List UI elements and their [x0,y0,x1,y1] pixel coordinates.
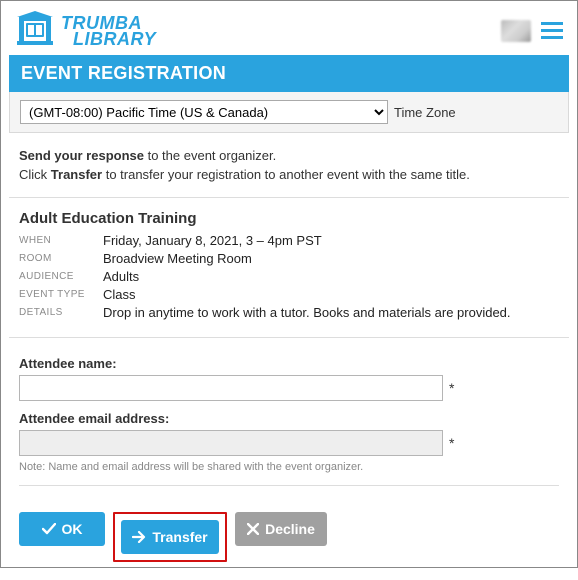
timezone-select[interactable]: (GMT-08:00) Pacific Time (US & Canada) [20,100,388,124]
decline-button[interactable]: Decline [235,512,327,546]
attendee-name-input[interactable] [19,375,443,401]
arrow-right-icon [132,531,146,543]
ok-button[interactable]: OK [19,512,105,546]
required-mark: * [449,435,454,451]
instructions-bold-2: Transfer [51,167,102,182]
library-icon [15,11,55,52]
button-row: OK Transfer Decline [9,494,569,572]
form-note: Note: Name and email address will be sha… [19,461,559,473]
required-mark: * [449,380,454,396]
event-row-eventtype: EVENT TYPE Class [19,287,559,302]
name-label: Attendee name: [19,356,559,371]
page-title: EVENT REGISTRATION [9,55,569,92]
transfer-highlight: Transfer [113,512,227,562]
brand-line-2: LIBRARY [61,31,156,47]
instructions-bold-1: Send your response [19,148,144,163]
email-label: Attendee email address: [19,411,559,426]
event-row-room: ROOM Broadview Meeting Room [19,251,559,266]
instructions: Send your response to the event organize… [9,133,569,198]
attendee-email-input[interactable] [19,430,443,456]
divider [19,485,559,486]
transfer-button[interactable]: Transfer [121,520,219,554]
event-details: Adult Education Training WHEN Friday, Ja… [9,198,569,338]
avatar[interactable] [501,20,531,42]
attendee-form: Attendee name: * Attendee email address:… [9,338,569,494]
top-bar: TRUMBA LIBRARY [9,7,569,55]
event-row-when: WHEN Friday, January 8, 2021, 3 – 4pm PS… [19,233,559,248]
menu-icon[interactable] [541,22,563,40]
event-title: Adult Education Training [19,210,559,227]
close-icon [247,523,259,535]
timezone-row: (GMT-08:00) Pacific Time (US & Canada) T… [9,92,569,133]
event-row-audience: AUDIENCE Adults [19,269,559,284]
brand-logo[interactable]: TRUMBA LIBRARY [15,11,156,52]
check-icon [42,523,56,535]
event-row-details: DETAILS Drop in anytime to work with a t… [19,305,559,320]
timezone-label: Time Zone [394,105,456,120]
